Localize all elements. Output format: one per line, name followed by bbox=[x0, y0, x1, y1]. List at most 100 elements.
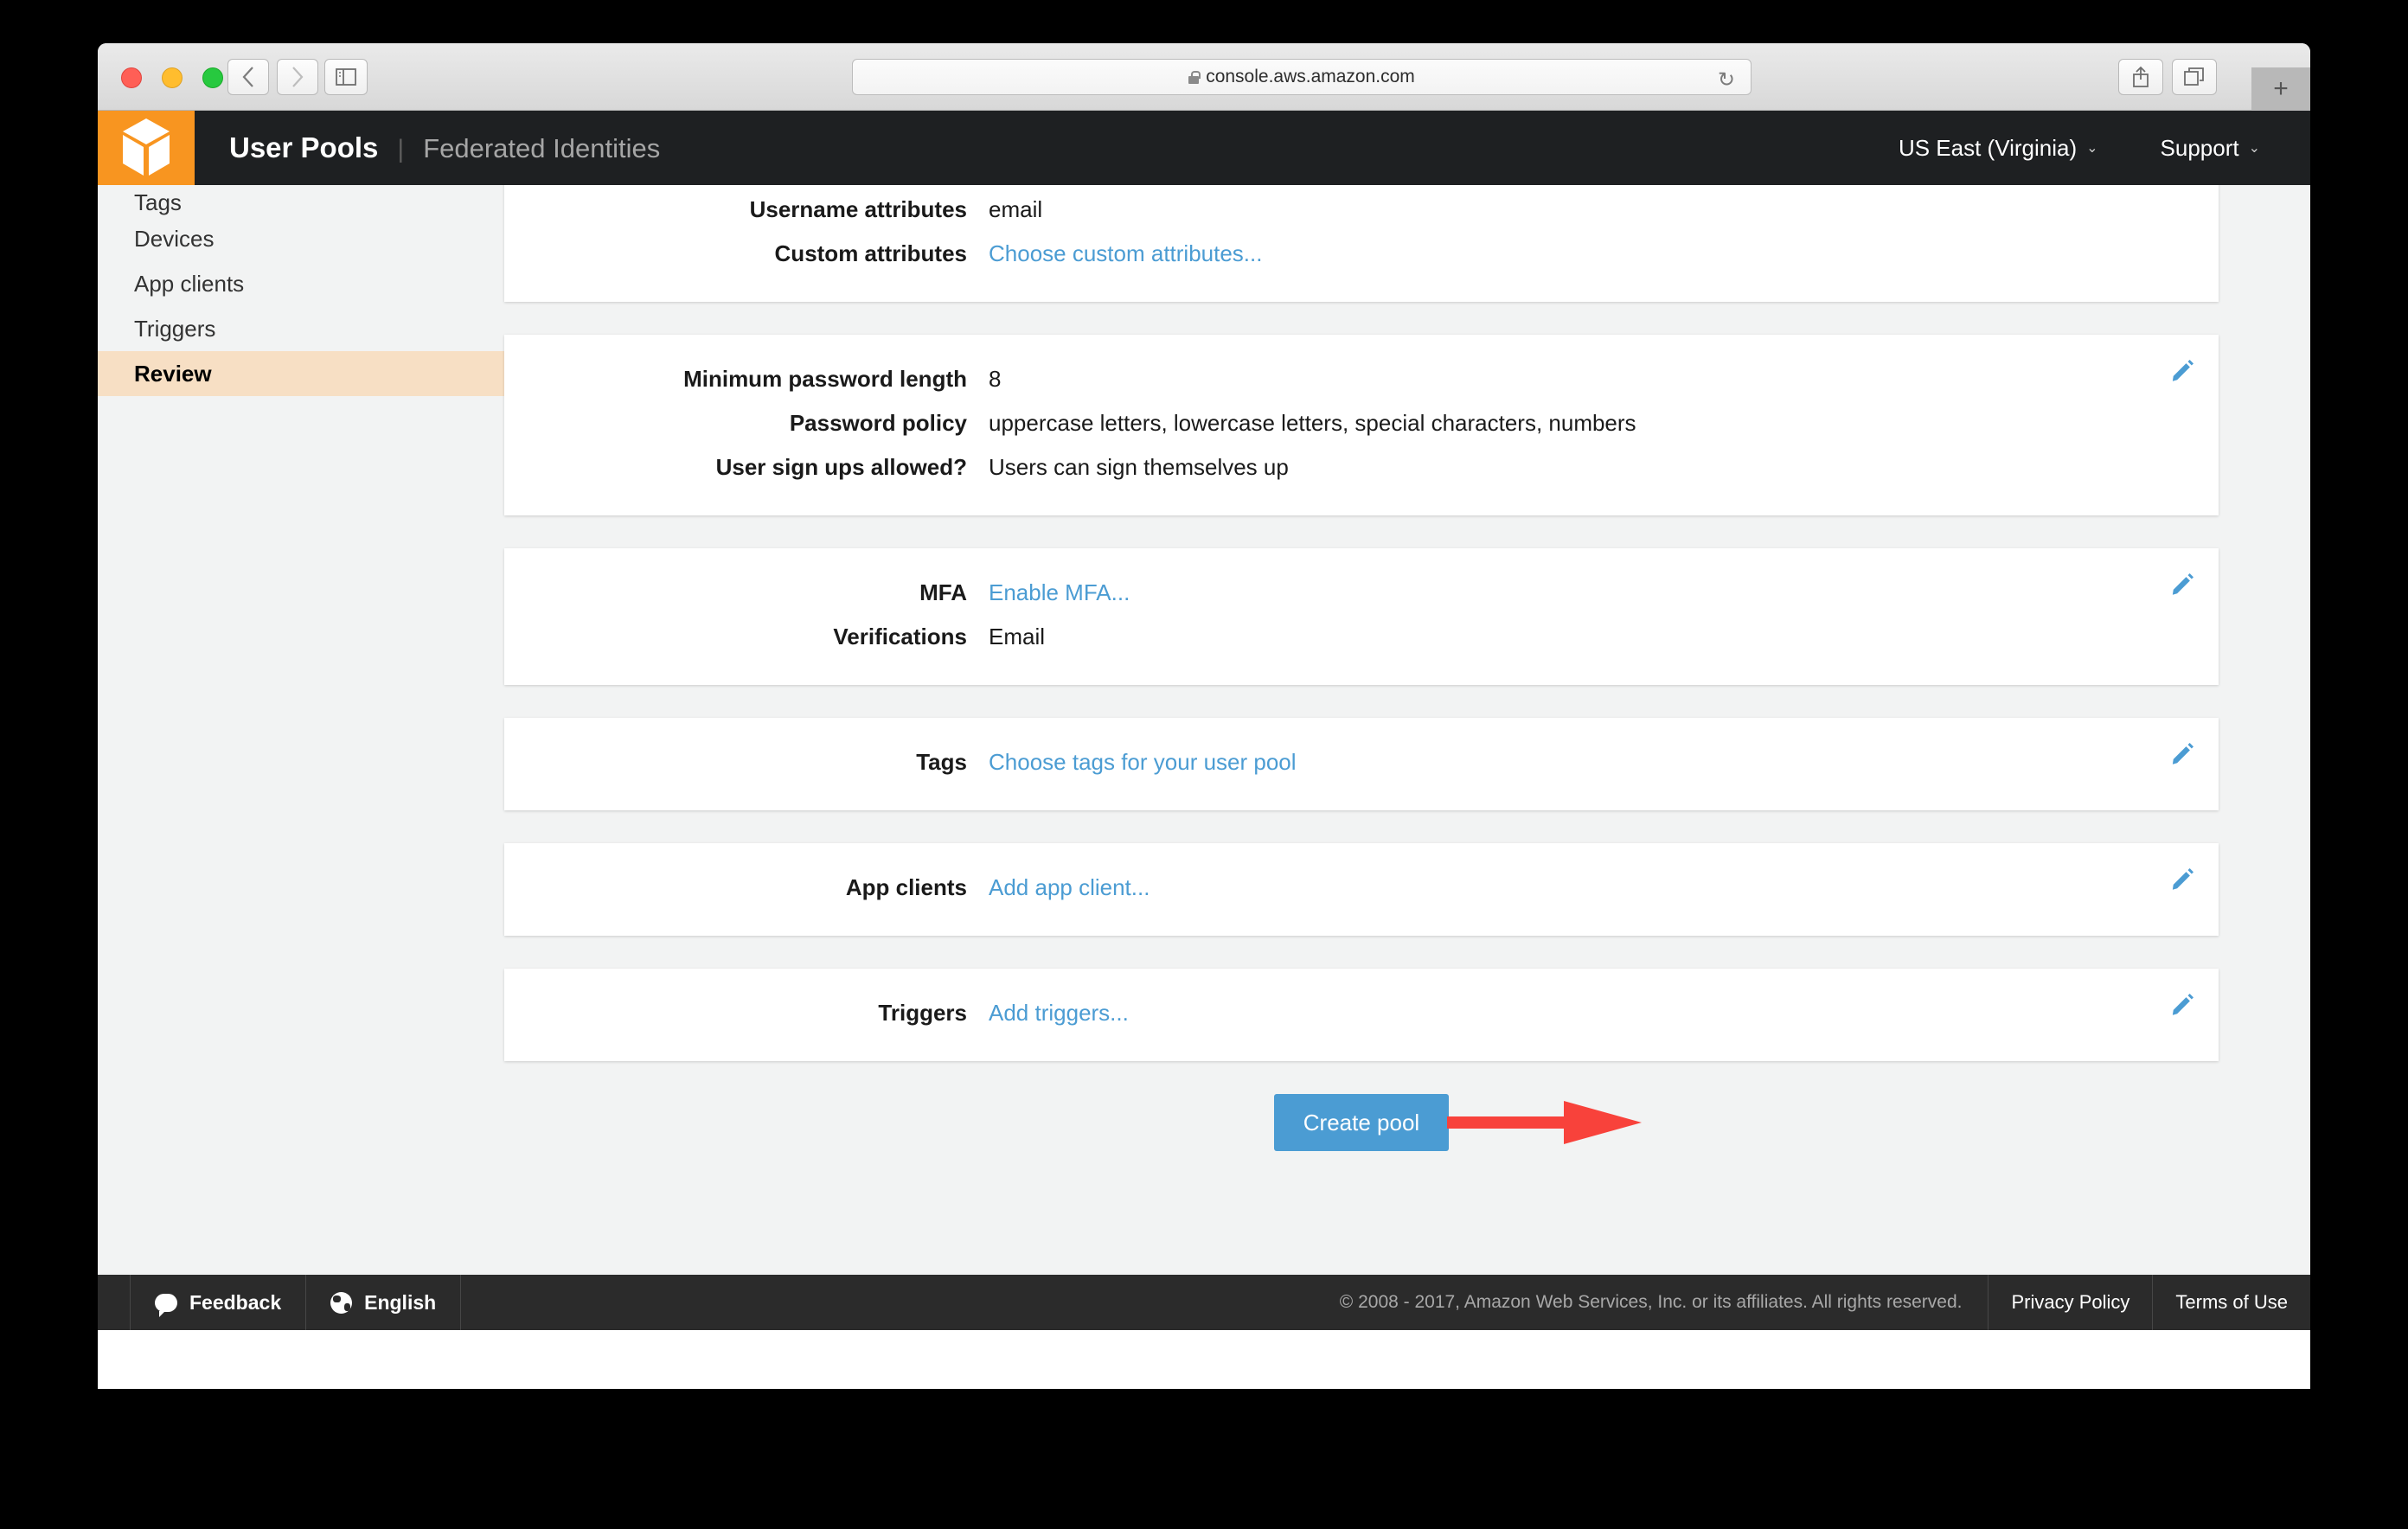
region-label: US East (Virginia) bbox=[1899, 135, 2077, 162]
table-row: User sign ups allowed? Users can sign th… bbox=[504, 445, 2219, 489]
cognito-cube-icon bbox=[119, 117, 173, 179]
tags-card: Tags Choose tags for your user pool bbox=[504, 718, 2219, 810]
sidebar-toggle-button[interactable] bbox=[324, 59, 368, 95]
user-signups-value: Users can sign themselves up bbox=[989, 454, 1289, 481]
table-row: Username attributes email bbox=[504, 188, 2219, 232]
table-row: Triggers Add triggers... bbox=[504, 991, 2219, 1035]
back-button[interactable] bbox=[227, 59, 269, 95]
min-password-length-value: 8 bbox=[989, 366, 1001, 393]
create-pool-button[interactable]: Create pool bbox=[1274, 1094, 1449, 1151]
table-row: Password policy uppercase letters, lower… bbox=[504, 401, 2219, 445]
choose-tags-link[interactable]: Choose tags for your user pool bbox=[989, 749, 1297, 776]
review-content: Alias attributes Choose alias attributes… bbox=[504, 185, 2310, 1275]
header-right-group: US East (Virginia) ⌄ Support ⌄ bbox=[1899, 135, 2310, 162]
language-selector[interactable]: English bbox=[306, 1275, 461, 1330]
support-menu[interactable]: Support ⌄ bbox=[2161, 135, 2260, 162]
maximize-window-button[interactable] bbox=[202, 67, 223, 88]
sidebar-item-label: Review bbox=[134, 361, 212, 387]
row-label: Password policy bbox=[504, 410, 989, 437]
toolbar-right-buttons bbox=[2118, 59, 2217, 95]
title-divider: | bbox=[397, 135, 404, 164]
row-label: Verifications bbox=[504, 624, 989, 650]
tabs-overview-icon bbox=[2184, 67, 2205, 86]
navigation-buttons bbox=[227, 59, 318, 95]
page-footer: Feedback English © 2008 - 2017, Amazon W… bbox=[98, 1275, 2310, 1330]
new-tab-button[interactable]: + bbox=[2251, 67, 2310, 111]
speech-bubble-icon bbox=[155, 1294, 177, 1312]
pencil-icon[interactable] bbox=[2170, 357, 2196, 383]
lock-icon bbox=[1188, 71, 1199, 84]
footer-left-group: Feedback English bbox=[98, 1275, 461, 1330]
tabs-overview-button[interactable] bbox=[2172, 59, 2217, 95]
forward-button[interactable] bbox=[277, 59, 318, 95]
red-arrow-annotation bbox=[1447, 1094, 1642, 1151]
close-window-button[interactable] bbox=[121, 67, 142, 88]
url-text: console.aws.amazon.com bbox=[1206, 67, 1415, 87]
header-title-group: User Pools | Federated Identities bbox=[229, 131, 660, 164]
table-row: Tags Choose tags for your user pool bbox=[504, 740, 2219, 784]
page-body: Tags Devices App clients Triggers Review… bbox=[98, 185, 2310, 1275]
pencil-icon[interactable] bbox=[2170, 866, 2196, 892]
table-row: Minimum password length 8 bbox=[504, 357, 2219, 401]
browser-toolbar: console.aws.amazon.com ↻ + bbox=[98, 43, 2310, 111]
terms-of-use-link[interactable]: Terms of Use bbox=[2153, 1275, 2310, 1330]
row-label: Tags bbox=[504, 749, 989, 776]
wizard-sidebar: Tags Devices App clients Triggers Review bbox=[98, 185, 504, 1275]
cognito-logo[interactable] bbox=[98, 111, 195, 185]
pencil-icon[interactable] bbox=[2170, 571, 2196, 597]
pencil-icon[interactable] bbox=[2170, 991, 2196, 1017]
reload-button[interactable]: ↻ bbox=[1718, 67, 1735, 93]
page-title[interactable]: User Pools bbox=[229, 131, 378, 164]
row-label: Custom attributes bbox=[504, 240, 989, 267]
username-attributes-value: email bbox=[989, 196, 1042, 223]
table-row: MFA Enable MFA... bbox=[504, 571, 2219, 615]
chevron-right-icon bbox=[291, 66, 304, 88]
privacy-policy-link[interactable]: Privacy Policy bbox=[1989, 1275, 2153, 1330]
row-label: User sign ups allowed? bbox=[504, 454, 989, 481]
table-row: Verifications Email bbox=[504, 615, 2219, 659]
sidebar-item-review[interactable]: Review bbox=[98, 351, 504, 396]
region-selector[interactable]: US East (Virginia) ⌄ bbox=[1899, 135, 2098, 162]
chevron-down-icon: ⌄ bbox=[2086, 139, 2097, 157]
sidebar-item-app-clients[interactable]: App clients bbox=[98, 261, 504, 306]
row-label: Username attributes bbox=[504, 196, 989, 223]
row-label: Minimum password length bbox=[504, 366, 989, 393]
aws-service-header: User Pools | Federated Identities US Eas… bbox=[98, 111, 2310, 185]
sidebar-item-label: Tags bbox=[134, 189, 182, 216]
sidebar-item-label: App clients bbox=[134, 271, 244, 297]
password-policy-card: Minimum password length 8 Password polic… bbox=[504, 335, 2219, 515]
row-label: Triggers bbox=[504, 1000, 989, 1027]
federated-identities-tab[interactable]: Federated Identities bbox=[423, 133, 660, 164]
table-row: App clients Add app client... bbox=[504, 866, 2219, 910]
choose-custom-attributes-link[interactable]: Choose custom attributes... bbox=[989, 240, 1262, 267]
app-clients-card: App clients Add app client... bbox=[504, 843, 2219, 936]
enable-mfa-link[interactable]: Enable MFA... bbox=[989, 579, 1130, 606]
address-bar[interactable]: console.aws.amazon.com ↻ bbox=[852, 59, 1752, 95]
chevron-left-icon bbox=[241, 66, 255, 88]
attributes-card: Alias attributes Choose alias attributes… bbox=[504, 185, 2219, 302]
mfa-card: MFA Enable MFA... Verifications Email bbox=[504, 548, 2219, 685]
sidebar-item-triggers[interactable]: Triggers bbox=[98, 306, 504, 351]
sidebar-item-label: Triggers bbox=[134, 316, 215, 342]
share-button[interactable] bbox=[2118, 59, 2163, 95]
sidebar-item-label: Devices bbox=[134, 226, 214, 253]
globe-icon bbox=[330, 1292, 352, 1314]
share-icon bbox=[2131, 66, 2150, 88]
password-policy-value: uppercase letters, lowercase letters, sp… bbox=[989, 410, 1636, 437]
pencil-icon[interactable] bbox=[2170, 740, 2196, 766]
sidebar-item-devices[interactable]: Devices bbox=[98, 216, 504, 261]
chevron-down-icon: ⌄ bbox=[2249, 139, 2260, 157]
url-text-wrapper: console.aws.amazon.com bbox=[1188, 67, 1415, 87]
language-label: English bbox=[364, 1291, 436, 1315]
table-row: Custom attributes Choose custom attribut… bbox=[504, 232, 2219, 276]
add-triggers-link[interactable]: Add triggers... bbox=[989, 1000, 1129, 1027]
triggers-card: Triggers Add triggers... bbox=[504, 969, 2219, 1061]
add-app-client-link[interactable]: Add app client... bbox=[989, 874, 1150, 901]
sidebar-item-tags[interactable]: Tags bbox=[98, 185, 504, 216]
support-label: Support bbox=[2161, 135, 2239, 162]
copyright-text: © 2008 - 2017, Amazon Web Services, Inc.… bbox=[1314, 1275, 1989, 1330]
minimize-window-button[interactable] bbox=[162, 67, 183, 88]
row-label: App clients bbox=[504, 874, 989, 901]
sidebar-toggle-icon bbox=[336, 68, 356, 86]
feedback-button[interactable]: Feedback bbox=[130, 1275, 306, 1330]
